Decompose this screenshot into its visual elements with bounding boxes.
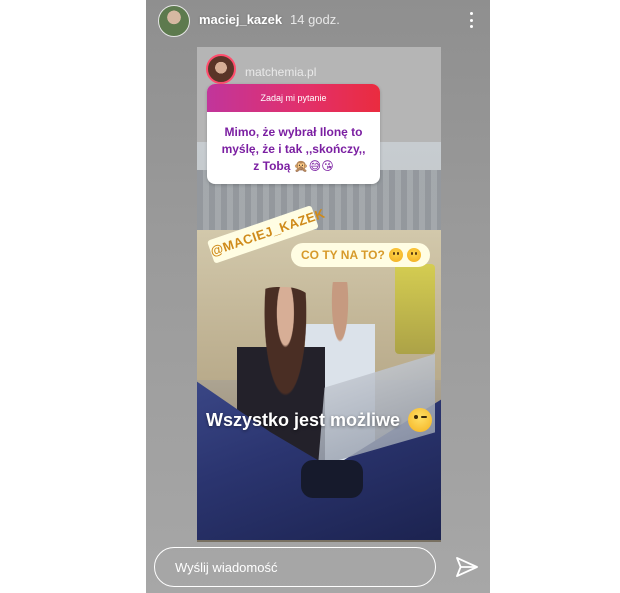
thinking-face-icon (388, 248, 403, 262)
winking-face-icon (408, 408, 433, 432)
grinning-sweat-icon (406, 248, 421, 262)
question-sticker-text: Mimo, że wybrał Ilonę to myślę, że i tak… (221, 125, 366, 173)
user-avatar[interactable] (158, 5, 190, 37)
username[interactable]: maciej_kazek (199, 12, 282, 27)
story-footer (146, 545, 490, 593)
question-sticker-header: Zadaj mi pytanie (207, 84, 380, 112)
car-mirror (301, 460, 363, 498)
source-avatar[interactable] (206, 54, 236, 84)
story-photo (197, 142, 441, 542)
reposted-story[interactable]: matchemia.pl Zadaj mi pytanie Mimo, że w… (197, 47, 441, 542)
story-timestamp: 14 godz. (290, 12, 340, 27)
paper-plane-icon[interactable] (456, 557, 478, 577)
source-account-name[interactable]: matchemia.pl (245, 65, 316, 79)
more-vertical-icon[interactable] (468, 12, 474, 28)
overlay-caption-text: Wszystko jest możliwe (205, 409, 401, 430)
overlay-caption: Wszystko jest możliwe (197, 408, 441, 432)
story-header: maciej_kazek 14 godz. (146, 0, 490, 40)
tractor (395, 264, 435, 354)
caption-text: CO TY NA TO? (301, 248, 385, 262)
story-viewer: maciej_kazek 14 godz. matchemia.pl Zadaj… (146, 0, 490, 593)
message-input[interactable] (154, 547, 436, 587)
caption-sticker: CO TY NA TO? (291, 243, 430, 267)
question-sticker: Zadaj mi pytanie Mimo, że wybrał Ilonę t… (207, 84, 380, 184)
